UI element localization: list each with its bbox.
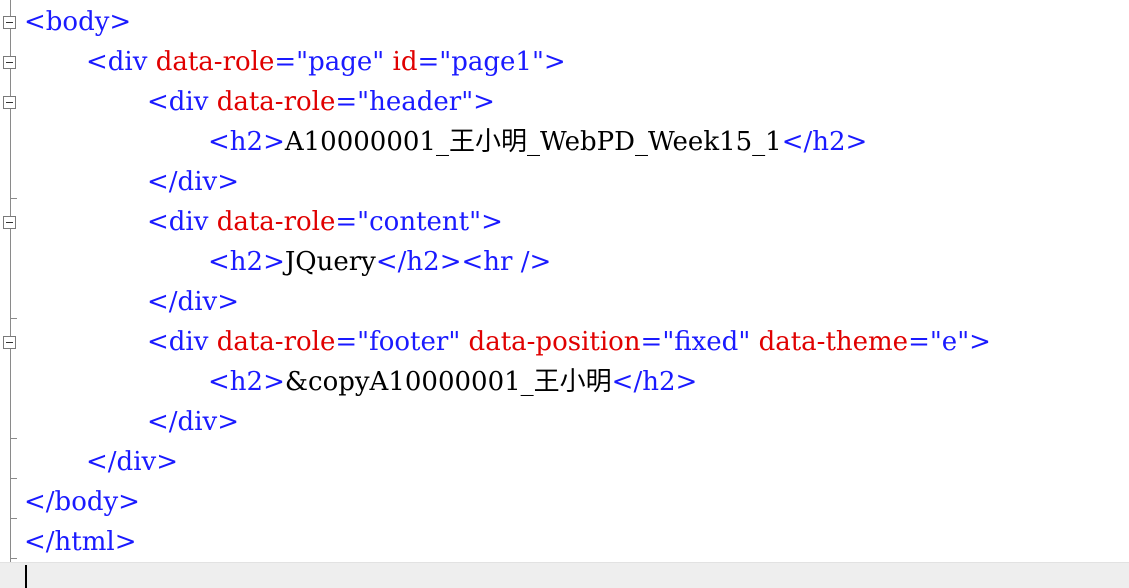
- text-caret: [25, 565, 27, 588]
- code-line-2[interactable]: <div data-role="page" id="page1">: [86, 42, 566, 82]
- code-token-tag: <h2>: [208, 127, 285, 157]
- code-token-tag: <body>: [24, 7, 132, 37]
- code-token-attr: data-position: [468, 327, 641, 357]
- code-line-10[interactable]: <h2>&copyA10000001_王小明</h2>: [208, 362, 697, 402]
- code-line-12[interactable]: </div>: [86, 442, 178, 482]
- code-editor[interactable]: <body> <div data-role="page" id="page1"> <…: [0, 0, 1129, 588]
- code-token-tag: </body>: [24, 487, 140, 517]
- code-line-4[interactable]: <h2>A10000001_王小明_WebPD_Week15_1</h2>: [208, 122, 867, 162]
- fold-end-marker: [10, 478, 17, 479]
- fold-end-marker: [10, 198, 17, 199]
- fold-end-marker: [10, 318, 17, 319]
- code-token-value: ="e">: [908, 327, 991, 357]
- fold-toggle-icon[interactable]: [3, 96, 16, 109]
- code-token-tag: </div>: [147, 407, 239, 437]
- code-token-tag: <div: [86, 47, 156, 77]
- code-token-tag: <h2>: [208, 367, 285, 397]
- code-token-tag: </h2>: [611, 367, 698, 397]
- code-token-value: ="fixed": [640, 327, 759, 357]
- code-line-7[interactable]: <h2>JQuery</h2><hr />: [208, 242, 551, 282]
- code-line-9[interactable]: <div data-role="footer" data-position="f…: [147, 322, 991, 362]
- code-line-5[interactable]: </div>: [147, 162, 239, 202]
- code-token-attr: data-role: [216, 207, 336, 237]
- code-token-tag: </div>: [86, 447, 178, 477]
- code-token-tag: </h2>: [781, 127, 868, 157]
- code-token-attr: id: [392, 47, 418, 77]
- code-token-value: ="page": [274, 47, 393, 77]
- fold-end-marker: [10, 438, 17, 439]
- code-token-text: A10000001_王小明_WebPD_Week15_1: [284, 127, 782, 157]
- code-token-attr: data-theme: [758, 327, 909, 357]
- code-token-tag: </div>: [147, 167, 239, 197]
- code-token-text: &copyA10000001_王小明: [284, 367, 612, 397]
- code-token-value: ="page1">: [417, 47, 566, 77]
- code-token-value: ="footer": [335, 327, 469, 357]
- code-token-tag: </div>: [147, 287, 239, 317]
- code-line-13[interactable]: </body>: [24, 482, 140, 522]
- code-token-tag: </h2><hr />: [375, 247, 552, 277]
- code-line-3[interactable]: <div data-role="header">: [147, 82, 495, 122]
- code-token-attr: data-role: [216, 327, 336, 357]
- fold-end-marker: [10, 518, 17, 519]
- code-token-tag: <div: [147, 327, 217, 357]
- code-line-6[interactable]: <div data-role="content">: [147, 202, 503, 242]
- code-token-attr: data-role: [216, 87, 336, 117]
- code-line-14[interactable]: </html>: [24, 522, 137, 562]
- fold-toggle-icon[interactable]: [3, 16, 16, 29]
- code-token-tag: <h2>: [208, 247, 285, 277]
- fold-gutter: [0, 0, 22, 588]
- fold-toggle-icon[interactable]: [3, 216, 16, 229]
- fold-toggle-icon[interactable]: [3, 336, 16, 349]
- code-token-tag: <div: [147, 87, 217, 117]
- code-token-value: ="content">: [335, 207, 503, 237]
- editor-bottom-bar: [0, 562, 1129, 588]
- fold-toggle-icon[interactable]: [3, 56, 16, 69]
- code-line-1[interactable]: <body>: [24, 2, 131, 42]
- code-token-text: JQuery: [284, 247, 376, 277]
- code-token-attr: data-role: [155, 47, 275, 77]
- code-line-11[interactable]: </div>: [147, 402, 239, 442]
- code-token-value: ="header">: [335, 87, 495, 117]
- fold-end-marker: [10, 558, 17, 559]
- code-line-8[interactable]: </div>: [147, 282, 239, 322]
- code-token-tag: <div: [147, 207, 217, 237]
- code-token-tag: </html>: [24, 527, 137, 557]
